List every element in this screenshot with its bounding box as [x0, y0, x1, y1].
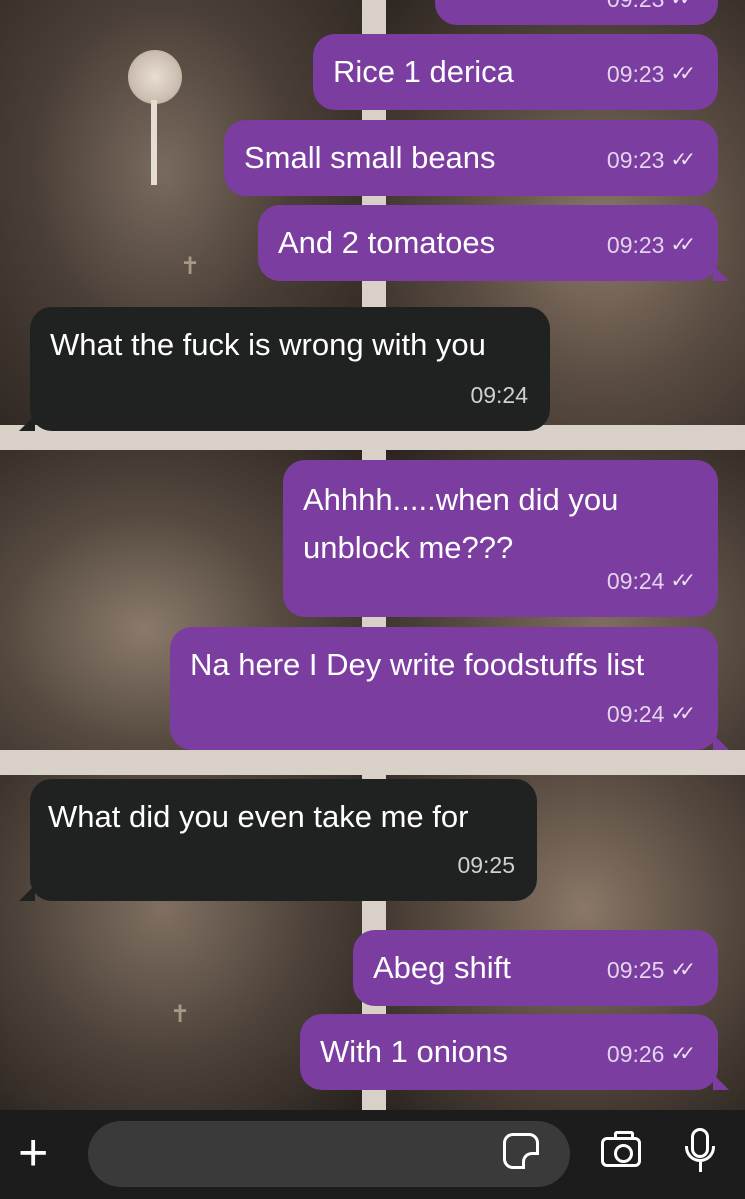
message-text: What the fuck is wrong with you	[50, 327, 486, 362]
message-bubble-incoming[interactable]: What the fuck is wrong with you 09:24	[19, 307, 550, 431]
message-time: 09:25	[606, 957, 665, 983]
message-time: 09:23	[606, 61, 665, 87]
read-receipt-icon: ✓✓	[670, 63, 695, 85]
message-bubble-outgoing[interactable]: Na here I Dey write foodstuffs list 09:2…	[170, 627, 729, 750]
message-time: 09:26	[606, 1041, 665, 1067]
message-meta: 09:23 ✓✓	[607, 0, 696, 23]
message-input[interactable]	[88, 1121, 570, 1187]
camera-icon[interactable]	[601, 1131, 641, 1167]
message-meta: 09:25	[457, 841, 515, 889]
message-meta: 09:23 ✓✓	[606, 136, 696, 184]
read-receipt-icon: ✓✓	[670, 703, 695, 725]
message-bubble-outgoing[interactable]: Small small beans 09:23 ✓✓	[224, 120, 718, 196]
read-receipt-icon: ✓✓	[670, 1043, 695, 1065]
message-bubble-outgoing[interactable]: With 1 onions 09:26 ✓✓	[300, 1014, 729, 1090]
message-text: Na here I Dey write foodstuffs list	[190, 647, 645, 682]
message-time: 09:23	[606, 232, 665, 258]
read-receipt-icon: ✓✓	[670, 149, 695, 171]
cross-pendant-icon: ✝	[180, 253, 201, 280]
lollipop-stick	[151, 100, 157, 185]
collage-divider	[0, 750, 745, 775]
message-bubble-outgoing[interactable]: Ahhhh.....when did you unblock me??? 09:…	[283, 460, 718, 617]
plus-icon[interactable]: +	[18, 1125, 48, 1181]
message-time: 09:24	[606, 568, 665, 594]
composer-bar: +	[0, 1110, 745, 1199]
read-receipt-icon: ✓✓	[670, 0, 695, 23]
message-bubble-outgoing[interactable]: Abeg shift 09:25 ✓✓	[353, 930, 718, 1006]
message-meta: 09:25 ✓✓	[606, 946, 696, 994]
message-time: 09:23	[607, 0, 665, 23]
read-receipt-icon: ✓✓	[670, 234, 695, 256]
message-meta: 09:24 ✓✓	[606, 557, 696, 605]
message-time: 09:25	[457, 852, 515, 878]
message-meta: 09:24 ✓✓	[606, 690, 696, 738]
lollipop-graphic	[128, 50, 182, 104]
message-bubble-outgoing[interactable]: 09:23 ✓✓	[435, 0, 718, 25]
read-receipt-icon: ✓✓	[670, 959, 695, 981]
message-bubble-outgoing[interactable]: Rice 1 derica 09:23 ✓✓	[313, 34, 718, 110]
message-time: 09:24	[606, 701, 665, 727]
microphone-base	[685, 1146, 715, 1162]
message-time: 09:23	[606, 147, 665, 173]
cross-pendant-icon: ✝	[170, 1001, 191, 1028]
message-meta: 09:23 ✓✓	[606, 50, 696, 98]
message-meta: 09:26 ✓✓	[606, 1030, 696, 1078]
message-time: 09:24	[470, 382, 528, 408]
message-meta: 09:24	[470, 371, 528, 419]
message-bubble-incoming[interactable]: What did you even take me for 09:25	[19, 779, 537, 901]
message-meta: 09:23 ✓✓	[606, 221, 696, 269]
message-text: What did you even take me for	[48, 799, 469, 834]
read-receipt-icon: ✓✓	[670, 570, 695, 592]
message-bubble-outgoing[interactable]: And 2 tomatoes 09:23 ✓✓	[258, 205, 729, 281]
sticker-icon[interactable]	[503, 1133, 539, 1169]
microphone-stem	[699, 1162, 702, 1172]
